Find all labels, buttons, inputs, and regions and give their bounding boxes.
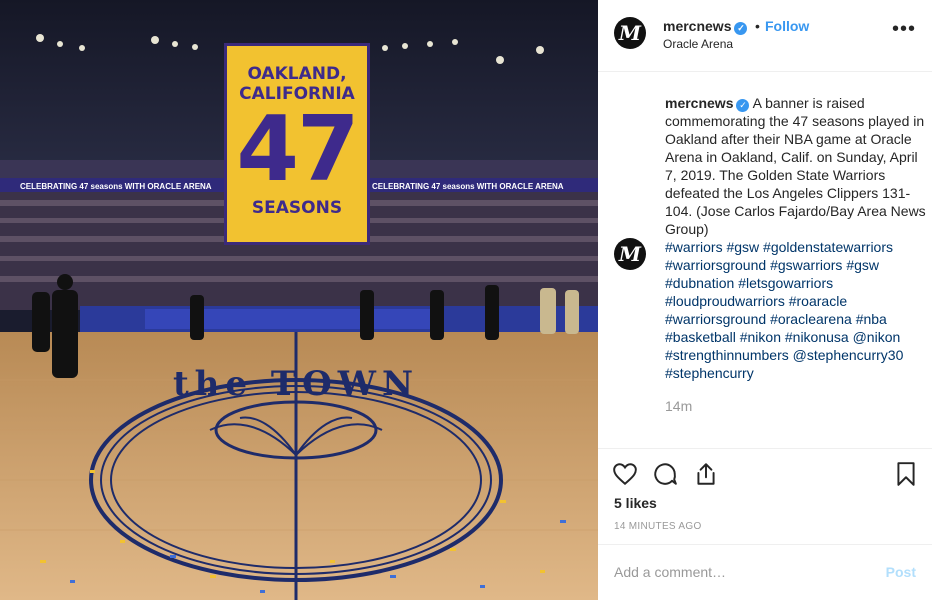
hashtag-link[interactable]: #goldenstatewarriors (763, 239, 893, 255)
hashtag-link[interactable]: #gsw (726, 239, 759, 255)
caption-avatar[interactable]: M (614, 238, 646, 270)
location-link[interactable]: Oracle Arena (663, 37, 733, 51)
retired-banner: OAKLAND, CALIFORNIA 47 SEASONS (224, 43, 370, 245)
hashtag-list: #warriors #gsw #goldenstatewarriors #war… (665, 238, 927, 382)
comment-bar: Add a comment… Post (598, 544, 932, 600)
hashtag-link[interactable]: #warriors (665, 239, 723, 255)
ribbon-left: CELEBRATING 47 seasons WITH ORACLE ARENA (20, 182, 212, 191)
follow-button[interactable]: Follow (765, 18, 809, 34)
banner-number: 47 (236, 97, 359, 202)
bookmark-icon[interactable] (895, 461, 917, 487)
likes-count[interactable]: 5 likes (614, 495, 657, 511)
action-bar: 5 likes 14 MINUTES AGO (598, 448, 932, 544)
ribbon-right: CELEBRATING 47 seasons WITH ORACLE ARENA (372, 182, 564, 191)
hashtag-link[interactable]: #roaracle (789, 293, 847, 309)
court-logo-text: the TOWN (173, 364, 419, 404)
hashtag-link[interactable]: #stephencurry (665, 365, 754, 381)
hashtag-link[interactable]: #oraclearena (770, 311, 852, 327)
hashtag-link[interactable]: #loudproudwarriors (665, 293, 785, 309)
hashtag-link[interactable]: #letsgowarriors (738, 275, 833, 291)
hashtag-link[interactable]: @nikon (853, 329, 901, 345)
verified-badge-icon: ✓ (736, 99, 750, 112)
share-icon[interactable] (693, 461, 719, 487)
caption-text: A banner is raised commemorating the 47 … (665, 95, 926, 237)
comment-input[interactable]: Add a comment… (614, 564, 726, 580)
hashtag-link[interactable]: #warriorsground (665, 257, 766, 273)
caption-username[interactable]: mercnews (665, 95, 733, 111)
heart-icon[interactable] (612, 461, 638, 487)
post-comment-button[interactable]: Post (886, 564, 916, 580)
hashtag-link[interactable]: #strengthinnumbers (665, 347, 789, 363)
caption: mercnews ✓ A banner is raised commemorati… (665, 94, 927, 238)
post-photo[interactable]: CELEBRATING 47 seasons WITH ORACLE ARENA… (0, 0, 598, 600)
hashtag-link[interactable]: #nba (856, 311, 887, 327)
hashtag-link[interactable]: #dubnation (665, 275, 734, 291)
username[interactable]: mercnews (663, 18, 731, 34)
verified-badge-icon: ✓ (734, 22, 748, 35)
caption-age[interactable]: 14m (665, 398, 692, 414)
hashtag-link[interactable]: #basketball (665, 329, 736, 345)
hashtag-link[interactable]: #gswarriors (770, 257, 842, 273)
post-header: M mercnews ✓ • Follow Oracle Arena ••• (598, 0, 932, 72)
username-link[interactable]: mercnews ✓ (663, 18, 748, 35)
hashtag-link[interactable]: #warriorsground (665, 311, 766, 327)
avatar[interactable]: M (614, 17, 646, 49)
hashtag-link[interactable]: #gsw (846, 257, 879, 273)
hashtag-link[interactable]: @stephencurry30 (793, 347, 904, 363)
comment-icon[interactable] (652, 461, 678, 487)
separator-dot: • (755, 18, 760, 34)
hashtag-link[interactable]: #nikon (740, 329, 781, 345)
post-side-panel: M mercnews ✓ • Follow Oracle Arena ••• me… (598, 0, 932, 600)
more-options-icon[interactable]: ••• (892, 19, 916, 39)
post-timestamp[interactable]: 14 MINUTES AGO (614, 521, 702, 532)
hashtag-link[interactable]: #nikonusa (785, 329, 849, 345)
